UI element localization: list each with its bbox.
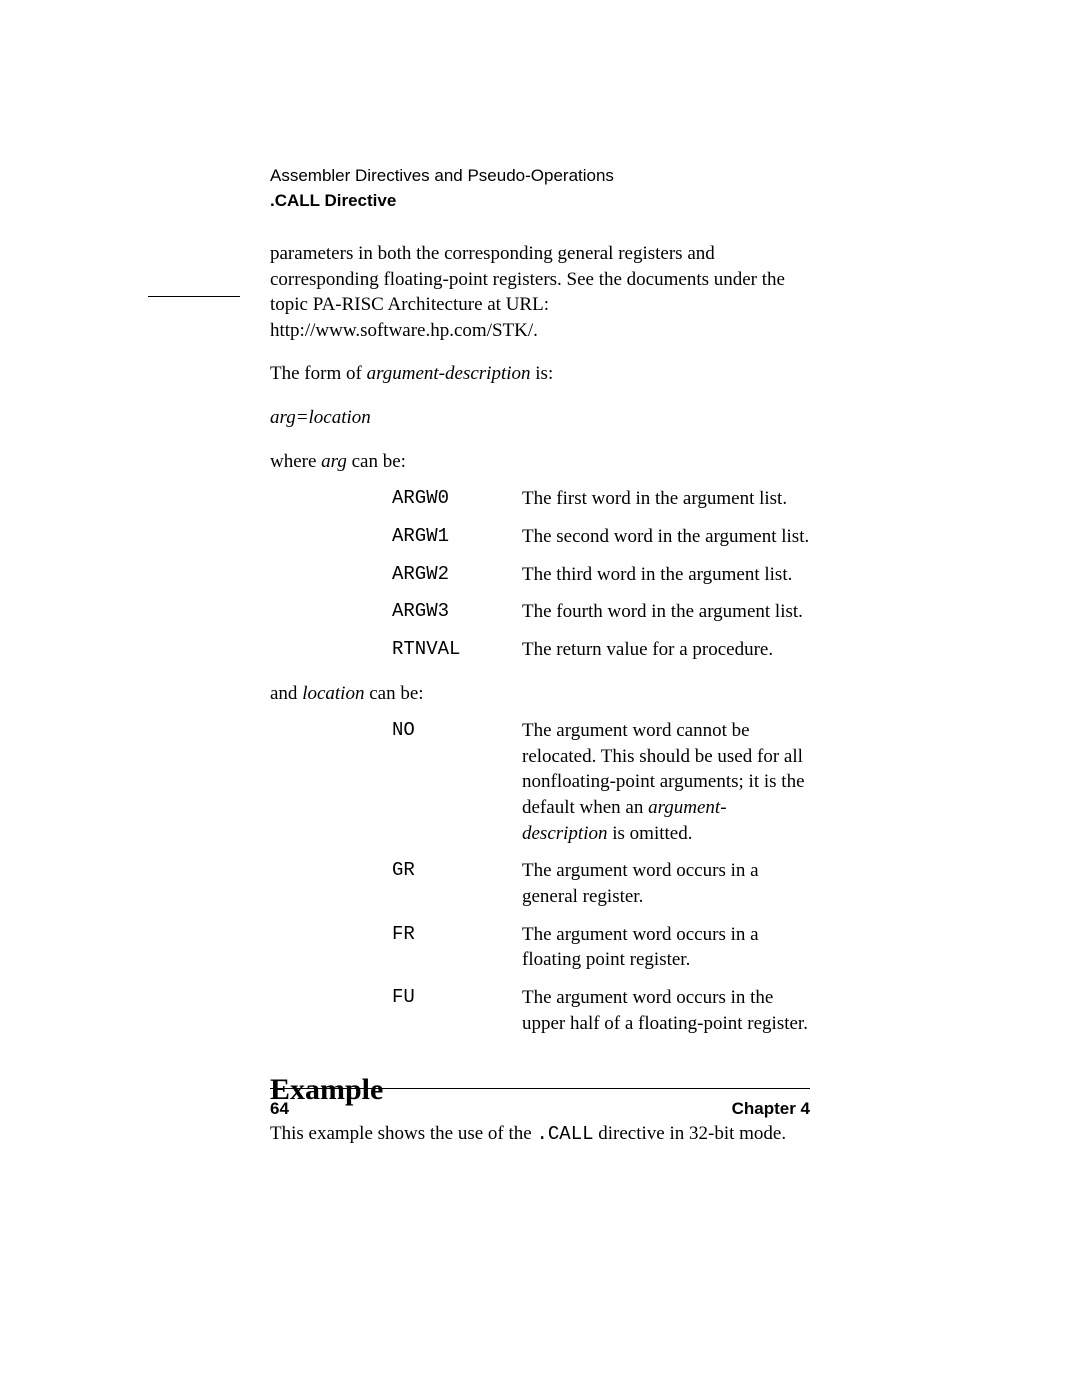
where-ital: arg [321,451,347,472]
section-heading: .CALL Directive [270,190,810,213]
and-post: can be: [364,683,423,704]
arg-table: ARGW0 The first word in the argument lis… [392,486,810,662]
arg-desc: The fourth word in the argument list. [522,599,810,625]
loc-code: FR [392,922,522,973]
location-table: NO The argument word cannot be relocated… [392,718,810,1036]
section-rule [148,296,240,297]
page-content: Assembler Directives and Pseudo-Operatio… [270,165,810,1147]
form-line: The form of argument-description is: [270,361,810,387]
table-row: ARGW1 The second word in the argument li… [392,524,810,550]
example-para-a: This example shows the use of the [270,1123,536,1144]
arg-eq-location: arg=location [270,405,810,431]
chapter-label: Chapter 4 [732,1098,810,1121]
table-row: ARGW0 The first word in the argument lis… [392,486,810,512]
table-row: RTNVAL The return value for a procedure. [392,637,810,663]
where-post: can be: [347,451,406,472]
loc-desc: The argument word occurs in the upper ha… [522,985,810,1036]
arg-desc: The return value for a procedure. [522,637,810,663]
arg-code: ARGW0 [392,486,522,512]
example-code: .CALL [536,1123,593,1145]
form-line-pre: The form of [270,363,367,384]
arg-code: ARGW1 [392,524,522,550]
where-line: where arg can be: [270,449,810,475]
loc-no-desc-b: is omitted. [608,823,693,844]
arg-code: RTNVAL [392,637,522,663]
arg-desc: The first word in the argument list. [522,486,810,512]
loc-desc: The argument word cannot be relocated. T… [522,718,810,846]
example-paragraph: This example shows the use of the .CALL … [270,1121,810,1148]
and-pre: and [270,683,302,704]
table-row: ARGW3 The fourth word in the argument li… [392,599,810,625]
arg-code: ARGW3 [392,599,522,625]
loc-desc: The argument word occurs in a general re… [522,858,810,909]
footer-rule [270,1088,810,1089]
loc-code: FU [392,985,522,1036]
loc-code: GR [392,858,522,909]
arg-desc: The second word in the argument list. [522,524,810,550]
where-pre: where [270,451,321,472]
loc-code: NO [392,718,522,846]
arg-code: ARGW2 [392,562,522,588]
form-line-post: is: [531,363,554,384]
chapter-heading: Assembler Directives and Pseudo-Operatio… [270,165,810,188]
table-row: FR The argument word occurs in a floatin… [392,922,810,973]
arg-desc: The third word in the argument list. [522,562,810,588]
table-row: GR The argument word occurs in a general… [392,858,810,909]
table-row: ARGW2 The third word in the argument lis… [392,562,810,588]
loc-desc: The argument word occurs in a floating p… [522,922,810,973]
example-para-b: directive in 32-bit mode. [594,1123,787,1144]
intro-paragraph: parameters in both the corresponding gen… [270,241,810,344]
table-row: NO The argument word cannot be relocated… [392,718,810,846]
and-line: and location can be: [270,681,810,707]
table-row: FU The argument word occurs in the upper… [392,985,810,1036]
page-number: 64 [270,1098,289,1121]
page-footer: 64 Chapter 4 [270,1098,810,1121]
form-line-ital: argument-description [367,363,531,384]
and-ital: location [302,683,364,704]
